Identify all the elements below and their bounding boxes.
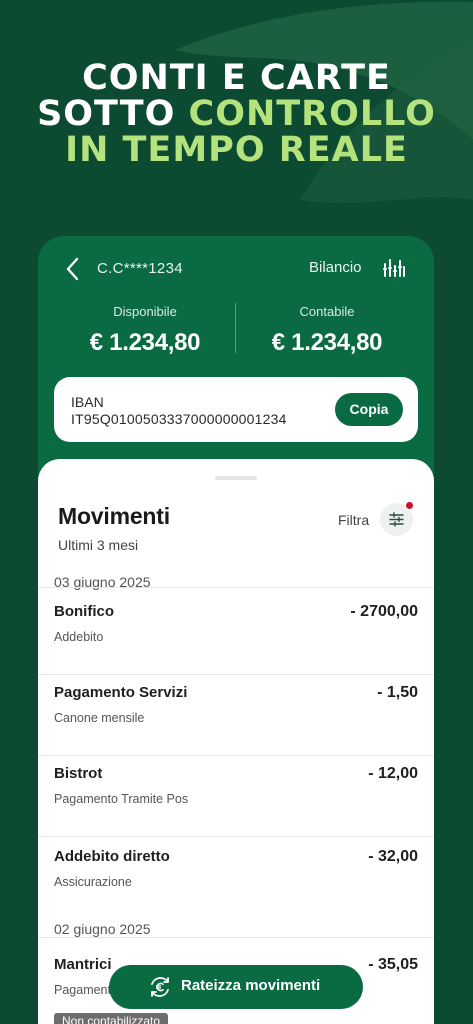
divider — [38, 587, 434, 588]
movements-subtitle: Ultimi 3 mesi — [58, 537, 139, 553]
balance-amount: € 1.234,80 — [89, 329, 201, 356]
headline-line1: CONTI E CARTE — [82, 58, 391, 98]
transaction-row[interactable]: Bistrot Pagamento Tramite Pos - 12,00 — [38, 751, 434, 832]
headline-line3-accent: IN TEMPO REALE — [65, 130, 408, 170]
balance-disponibile: Disponibile € 1.234,80 — [50, 304, 240, 357]
rateizza-movimenti-button[interactable]: Rateizza movimenti — [109, 965, 363, 1009]
headline-line2-accent: CONTROLLO — [188, 94, 436, 134]
transaction-amount: - 35,05 — [368, 956, 418, 973]
transaction-amount: - 1,50 — [377, 684, 418, 701]
transaction-row[interactable]: Bonifico Addebito - 2700,00 — [38, 589, 434, 670]
filter-notification-dot — [405, 501, 414, 510]
status-badge: Non contabilizzato — [54, 1013, 169, 1024]
iban-label: IBAN — [71, 394, 104, 410]
divider — [38, 937, 434, 938]
movements-title: Movimenti — [58, 503, 170, 529]
chevron-left-icon[interactable] — [64, 256, 82, 282]
transaction-amount: - 32,00 — [368, 848, 418, 865]
balance-label: Disponibile — [113, 304, 177, 319]
fab-label: Rateizza movimenti — [181, 977, 321, 994]
account-number: C.C****1234 — [97, 260, 183, 277]
transaction-description: Assicurazione — [54, 875, 132, 889]
euro-refresh-icon — [151, 977, 169, 997]
account-topbar: C.C****1234 Bilancio — [38, 236, 434, 300]
promo-headline: CONTI E CARTE SOTTO CONTROLLO IN TEMPO R… — [0, 60, 473, 168]
balance-chart-icon[interactable] — [382, 256, 406, 280]
filter-label[interactable]: Filtra — [338, 512, 369, 528]
balance-contabile: Contabile € 1.234,80 — [232, 304, 422, 357]
transaction-title: Mantrici — [54, 956, 112, 973]
transaction-title: Bonifico — [54, 603, 114, 620]
transaction-description: Pagamento Tramite Pos — [54, 792, 189, 806]
transaction-amount: - 2700,00 — [350, 603, 418, 620]
filter-button[interactable] — [380, 501, 414, 536]
balance-label: Contabile — [299, 304, 355, 319]
transaction-amount: - 12,00 — [368, 765, 418, 782]
balance-amount: € 1.234,80 — [271, 329, 383, 356]
headline-line2-white: SOTTO — [37, 94, 189, 134]
iban-box: IBAN IT95Q0100503337000000001234 Copia — [54, 377, 418, 442]
transaction-title: Pagamento Servizi — [54, 684, 188, 701]
transaction-row[interactable]: Addebito diretto Assicurazione - 32,00 — [38, 834, 434, 915]
copy-iban-button[interactable]: Copia — [335, 393, 403, 426]
transaction-description: Canone mensile — [54, 711, 145, 725]
iban-value: IT95Q0100503337000000001234 — [71, 411, 287, 427]
sliders-icon — [389, 512, 404, 527]
account-card: C.C****1234 Bilancio Disponibile € 1.234… — [38, 236, 434, 1024]
transaction-row[interactable]: Pagamento Servizi Canone mensile - 1,50 — [38, 670, 434, 751]
movements-sheet: Movimenti Ultimi 3 mesi Filtra 03 giugno… — [38, 459, 434, 1024]
bilancio-link[interactable]: Bilancio — [309, 259, 362, 276]
sheet-grabber[interactable] — [215, 476, 257, 480]
transaction-description: Addebito — [54, 630, 104, 644]
transaction-title: Addebito diretto — [54, 848, 170, 865]
date-header: 02 giugno 2025 — [54, 921, 151, 937]
transaction-title: Bistrot — [54, 765, 103, 782]
